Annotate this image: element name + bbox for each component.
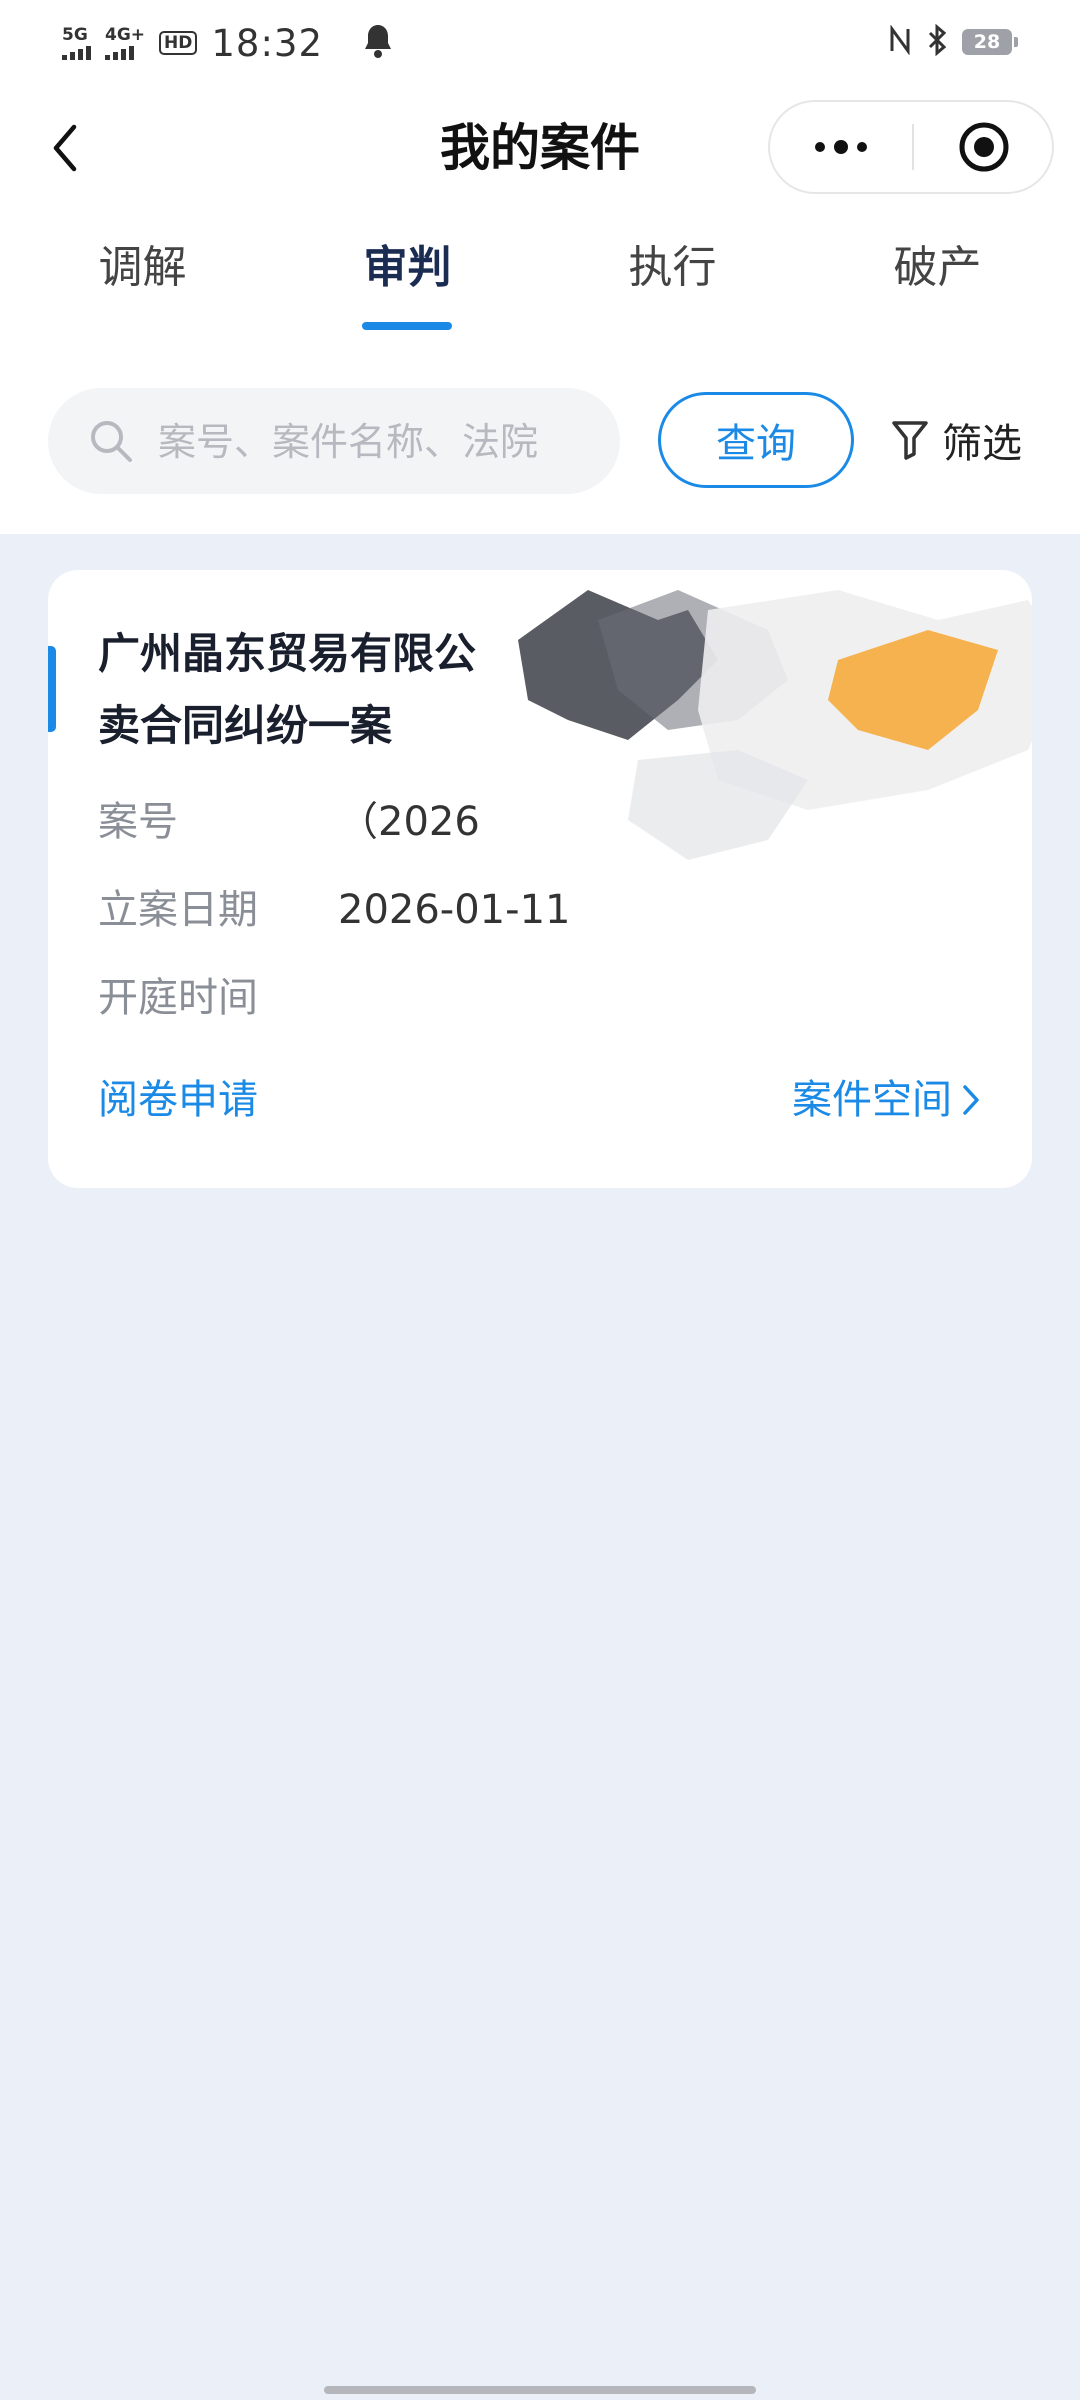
status-bar: 5G 4G+ HD 18:32 28 <box>0 0 1080 86</box>
signal-5g: 5G <box>62 24 91 60</box>
nfc-icon <box>888 24 912 59</box>
case-number-value: （2026 <box>338 799 480 845</box>
signal-bars-icon <box>105 44 134 60</box>
home-indicator[interactable] <box>324 2386 756 2394</box>
search-icon <box>91 421 132 462</box>
bluetooth-icon <box>926 23 948 60</box>
tab-bankruptcy[interactable]: 破产 <box>805 238 1070 298</box>
active-tab-indicator <box>362 322 452 330</box>
more-button[interactable] <box>770 102 912 192</box>
apply-review-link[interactable]: 阅卷申请 <box>98 1072 258 1128</box>
signal-bars-icon <box>62 44 91 60</box>
status-left: 5G 4G+ HD 18:32 <box>62 18 393 68</box>
query-button[interactable]: 查询 <box>658 392 854 488</box>
miniprogram-capsule <box>768 100 1054 194</box>
filing-date-label: 立案日期 <box>98 887 258 933</box>
case-title-line-1: 广州晶东贸易有限公 <box>98 629 477 678</box>
tab-execution[interactable]: 执行 <box>540 238 805 298</box>
signal-4g: 4G+ <box>105 24 146 60</box>
battery-tip <box>1014 37 1018 47</box>
tab-mediation[interactable]: 调解 <box>10 238 275 298</box>
notification-bell-icon <box>363 23 393 63</box>
network-label-1: 5G <box>62 24 88 45</box>
close-miniprogram-button[interactable] <box>914 102 1054 192</box>
case-title-line-2: 卖合同纠纷一案 <box>98 701 393 750</box>
filter-label: 筛选 <box>942 421 1022 467</box>
case-number-label: 案号 <box>98 799 178 845</box>
navigation-bar: 我的案件 <box>0 96 1080 200</box>
case-title: 广州晶东贸易有限公 卖合同纠纷一案 <box>98 618 658 762</box>
filter-button[interactable]: 筛选 <box>890 404 1022 476</box>
hd-badge: HD <box>159 31 198 55</box>
card-accent-bar <box>48 646 56 732</box>
hearing-time-row: 开庭时间 <box>98 970 338 1026</box>
case-number-row: 案号 （2026 <box>98 794 480 850</box>
hearing-time-label: 开庭时间 <box>98 975 258 1021</box>
filter-funnel-icon <box>892 421 928 460</box>
case-space-link[interactable]: 案件空间 <box>792 1072 982 1128</box>
filing-date-value: 2026-01-11 <box>338 887 571 933</box>
search-input[interactable] <box>156 408 600 476</box>
tab-trial[interactable]: 审判 <box>275 238 540 298</box>
target-icon <box>959 122 1009 172</box>
status-time: 18:32 <box>211 21 324 65</box>
chevron-right-icon <box>963 1085 979 1115</box>
network-label-2: 4G+ <box>105 24 146 45</box>
battery-indicator: 28 <box>962 29 1018 55</box>
case-type-tabs: 调解 审判 执行 破产 <box>0 238 1080 334</box>
search-box <box>48 388 620 494</box>
status-right: 28 <box>888 22 1018 62</box>
battery-level: 28 <box>962 29 1012 55</box>
case-card[interactable]: 广州晶东贸易有限公 卖合同纠纷一案 案号 （2026 立案日期 2026-01-11… <box>48 570 1032 1188</box>
more-dots-icon <box>815 140 867 154</box>
filing-date-row: 立案日期 2026-01-11 <box>98 882 570 938</box>
case-space-label: 案件空间 <box>792 1077 952 1123</box>
